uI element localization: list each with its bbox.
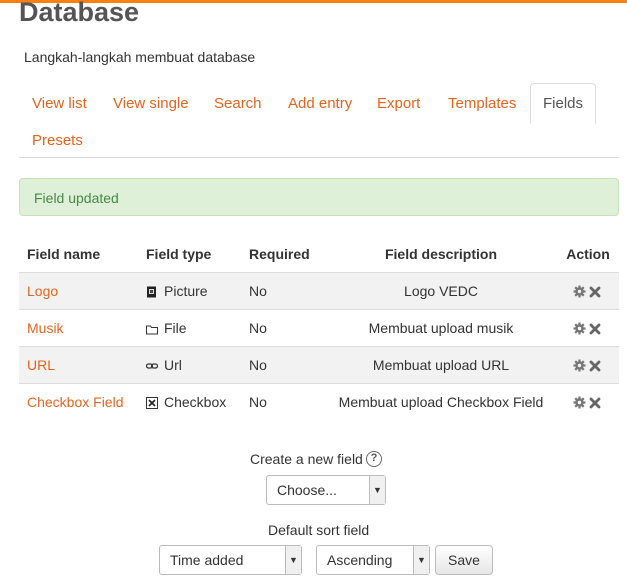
field-type-label: File — [164, 319, 187, 336]
field-description: Membuat upload musik — [325, 308, 557, 346]
delete-icon[interactable] — [589, 397, 601, 409]
tab-view-list[interactable]: View list — [32, 94, 87, 114]
field-name-link[interactable]: URL — [27, 357, 55, 373]
fields-table: Field name Field type Required Field des… — [19, 236, 619, 420]
field-name-link[interactable]: Logo — [27, 283, 58, 299]
sort-order-select-value: Ascending — [327, 552, 393, 568]
tab-view-single[interactable]: View single — [113, 94, 189, 114]
link-icon — [146, 362, 158, 369]
chevron-down-icon: ▼ — [413, 546, 429, 574]
picture-icon — [147, 286, 156, 297]
sort-order-select[interactable]: Ascending ▼ — [316, 545, 430, 575]
chevron-down-icon: ▼ — [285, 546, 301, 574]
delete-icon[interactable] — [589, 360, 601, 372]
page-title: Database — [19, 0, 140, 27]
folder-icon — [146, 325, 158, 334]
tab-add-entry[interactable]: Add entry — [288, 94, 352, 114]
tab-bar: View list View single Search Add entry E… — [19, 83, 619, 158]
delete-icon[interactable] — [589, 323, 601, 335]
tab-templates[interactable]: Templates — [448, 94, 516, 114]
field-name-link[interactable]: Checkbox Field — [27, 394, 124, 410]
create-field-label: Create a new field — [250, 451, 363, 467]
required-value: No — [241, 308, 325, 346]
header-required: Required — [249, 245, 310, 262]
gear-icon[interactable] — [573, 285, 586, 298]
create-field-select[interactable]: Choose... ▼ — [266, 475, 386, 505]
tab-fields[interactable]: Fields — [530, 83, 597, 124]
gear-icon[interactable] — [573, 359, 586, 372]
field-type-label: Url — [164, 356, 182, 373]
gear-icon[interactable] — [573, 322, 586, 335]
chevron-down-icon: ▼ — [369, 476, 385, 504]
header-field-description: Field description — [384, 245, 497, 262]
checkbox-icon — [146, 396, 158, 409]
field-description: Membuat upload Checkbox Field — [325, 382, 557, 420]
table-header-row: Field name Field type Required Field des… — [19, 236, 619, 272]
help-icon[interactable]: ? — [366, 451, 382, 467]
field-description: Membuat upload URL — [325, 345, 557, 383]
field-description: Logo VEDC — [325, 271, 557, 309]
table-row: Logo Picture No Logo VEDC — [19, 271, 619, 309]
required-value: No — [241, 382, 325, 420]
save-button[interactable]: Save — [435, 545, 493, 575]
sort-field-select[interactable]: Time added ▼ — [159, 545, 302, 575]
sort-field-select-value: Time added — [170, 552, 244, 568]
required-value: No — [241, 271, 325, 309]
required-value: No — [241, 345, 325, 383]
tab-presets[interactable]: Presets — [32, 131, 83, 151]
header-action: Action — [566, 245, 610, 262]
success-alert: Field updated — [19, 178, 619, 216]
intro-text: Langkah-langkah membuat database — [24, 49, 256, 65]
header-field-name: Field name — [27, 245, 101, 262]
table-row: Musik File No Membuat upload musik — [19, 308, 619, 346]
field-name-link[interactable]: Musik — [27, 320, 64, 336]
delete-icon[interactable] — [589, 286, 601, 298]
tab-export[interactable]: Export — [377, 94, 420, 114]
table-row: URL Url No Membuat upload URL — [19, 345, 619, 383]
gear-icon[interactable] — [573, 396, 586, 409]
field-type-label: Picture — [164, 282, 208, 299]
tab-search[interactable]: Search — [214, 94, 262, 114]
field-type-label: Checkbox — [164, 393, 227, 410]
create-field-select-value: Choose... — [277, 482, 337, 498]
table-row: Checkbox Field Checkbox No Membuat uploa… — [19, 382, 619, 420]
sort-field-label: Default sort field — [268, 522, 370, 538]
header-field-type: Field type — [146, 245, 212, 262]
